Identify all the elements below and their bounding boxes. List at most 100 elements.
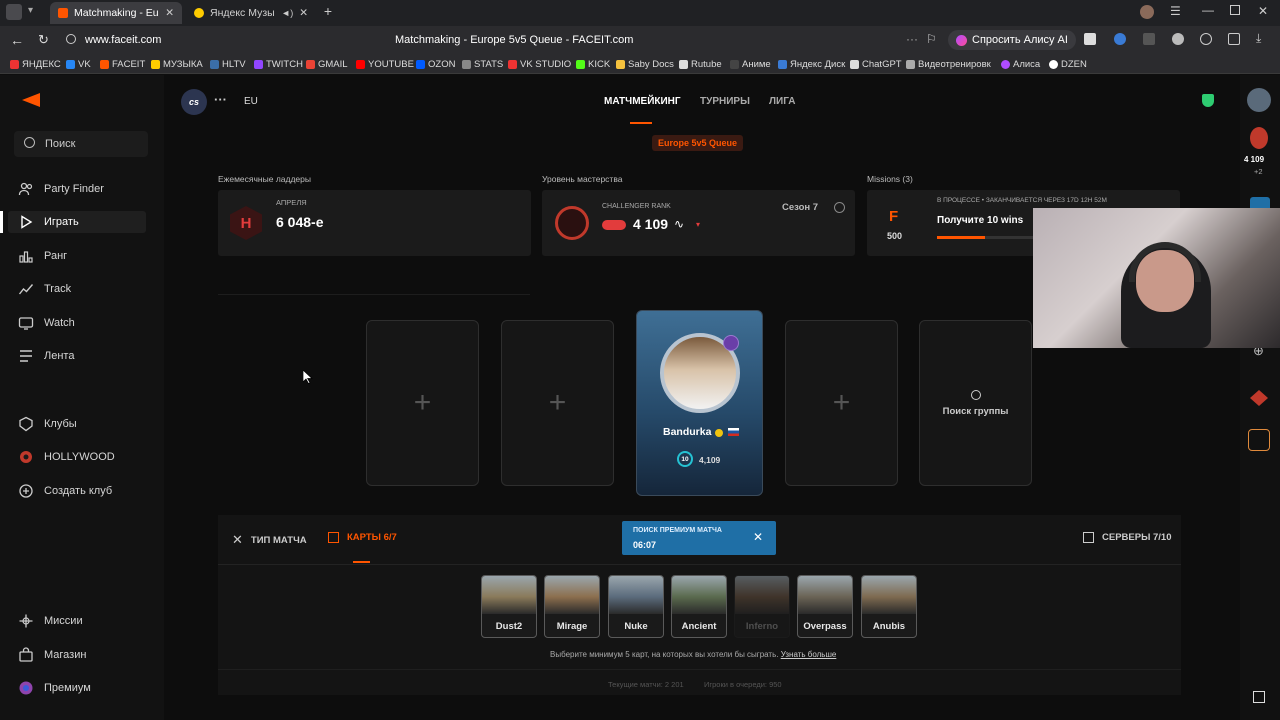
- extension-puzzle-icon[interactable]: [1143, 33, 1155, 45]
- bookmark-faceit[interactable]: FACEIT: [100, 57, 145, 71]
- bookmark-yandex[interactable]: ЯНДЕКС: [10, 57, 61, 71]
- bookmark-hltv[interactable]: HLTV: [210, 57, 246, 71]
- extension-blue-icon[interactable]: [1114, 33, 1126, 45]
- map-tile-anubis[interactable]: Anubis: [861, 575, 917, 638]
- bookmark-anime[interactable]: Аниме: [730, 57, 771, 71]
- bookmark-saby[interactable]: Saby Docs: [616, 57, 674, 71]
- downloads-icon[interactable]: ⤓: [1256, 31, 1261, 46]
- tab-yandex-music[interactable]: Яндекс Музыка — с ◄) ✕: [186, 2, 316, 24]
- cancel-search-icon[interactable]: ✕: [753, 530, 763, 544]
- site-info-icon[interactable]: [66, 34, 76, 44]
- tab-list-chevron-icon[interactable]: ▾: [28, 5, 33, 16]
- webcam-overlay: [1033, 208, 1280, 348]
- bookmark-stats[interactable]: STATS: [462, 57, 503, 71]
- browser-window-menu-icon[interactable]: [6, 4, 22, 20]
- user-avatar[interactable]: [1247, 88, 1271, 112]
- sidebar-item-clubs[interactable]: Клубы: [18, 413, 77, 435]
- queue-players: Игроки в очереди: 950: [704, 680, 782, 689]
- bookmark-dzen[interactable]: DZEN: [1049, 57, 1087, 71]
- map-tile-overpass[interactable]: Overpass: [797, 575, 853, 638]
- find-group-slot[interactable]: Поиск группы: [919, 320, 1032, 486]
- sidebar-item-party-finder[interactable]: Party Finder: [18, 178, 104, 200]
- restore-icon[interactable]: [1230, 5, 1240, 15]
- mastery-card[interactable]: CHALLENGER RANK 4 109 ∿ ▾ Сезон 7: [542, 190, 855, 256]
- more-icon[interactable]: ···: [906, 32, 918, 46]
- player-card[interactable]: Bandurka 10 4,109: [636, 310, 763, 496]
- sidebar: Поиск Party Finder Играть Ранг Track Wat…: [0, 75, 164, 720]
- minimize-icon[interactable]: —: [1202, 3, 1214, 17]
- faceit-app: Поиск Party Finder Играть Ранг Track Wat…: [0, 75, 1280, 720]
- bookmark-icon[interactable]: ⚐: [926, 32, 937, 46]
- extension-cat-icon[interactable]: [1084, 33, 1096, 45]
- servers-tab[interactable]: СЕРВЕРЫ 7/10: [1083, 532, 1172, 543]
- party-slot-empty[interactable]: +: [501, 320, 614, 486]
- maps-tab[interactable]: КАРТЫ 6/7: [328, 532, 397, 543]
- extension-vpn-icon[interactable]: [1172, 33, 1184, 45]
- bookmark-video[interactable]: Видеотренировк: [906, 57, 991, 71]
- verified-icon: [715, 429, 723, 437]
- map-tile-mirage[interactable]: Mirage: [544, 575, 600, 638]
- alice-icon: [956, 34, 967, 46]
- close-window-icon[interactable]: ✕: [1258, 4, 1268, 18]
- bookmark-rutube[interactable]: Rutube: [679, 57, 722, 71]
- bookmark-yandex-disk[interactable]: Яндекс Диск: [778, 57, 845, 71]
- map-tile-ancient[interactable]: Ancient: [671, 575, 727, 638]
- bookmark-gmail[interactable]: GMAIL: [306, 57, 348, 71]
- tab-faceit[interactable]: Matchmaking - Europe ✕: [50, 2, 182, 24]
- media-play-icon[interactable]: [1200, 33, 1212, 45]
- back-icon[interactable]: ←: [10, 32, 24, 48]
- tab-league[interactable]: ЛИГА: [769, 96, 795, 107]
- sidebar-item-create-club[interactable]: Создать клуб: [18, 480, 112, 502]
- club-logo-icon[interactable]: [1250, 390, 1268, 406]
- party-slot-empty[interactable]: +: [785, 320, 898, 486]
- sidebar-item-missions[interactable]: Миссии: [18, 610, 83, 632]
- game-badge[interactable]: cs: [181, 89, 207, 115]
- party-slot-empty[interactable]: +: [366, 320, 479, 486]
- match-type-tab[interactable]: ✕ ТИП МАТЧА: [232, 532, 307, 548]
- more-options-icon[interactable]: ···: [214, 92, 227, 107]
- chat-widget-icon[interactable]: [1248, 429, 1270, 451]
- shield-icon[interactable]: [1202, 94, 1214, 107]
- extensions-icon[interactable]: [1228, 33, 1240, 45]
- bookmark-vk-studio[interactable]: VK STUDIO: [508, 57, 571, 71]
- bookmark-twitch[interactable]: TWITCH: [254, 57, 303, 71]
- bookmark-vk[interactable]: VK: [66, 57, 91, 71]
- sidebar-item-premium[interactable]: Премиум: [18, 677, 91, 699]
- bookmark-music[interactable]: МУЗЫКА: [151, 57, 203, 71]
- server-icon: [1083, 532, 1094, 543]
- learn-more-link[interactable]: Узнать больше: [781, 650, 837, 659]
- notifications-icon[interactable]: [1253, 691, 1265, 703]
- sidebar-item-store[interactable]: Магазин: [18, 644, 86, 666]
- ladder-card[interactable]: H Апреля 6 048-е: [218, 190, 531, 256]
- search-box[interactable]: Поиск: [14, 131, 148, 157]
- tab-tournaments[interactable]: ТУРНИРЫ: [700, 96, 750, 107]
- menu-icon[interactable]: ☰: [1170, 4, 1181, 18]
- bookmark-alice[interactable]: Алиса: [1001, 57, 1040, 71]
- profile-avatar-icon[interactable]: [1140, 5, 1154, 19]
- reload-icon[interactable]: ↻: [38, 32, 49, 48]
- faceit-logo-icon[interactable]: [22, 93, 40, 107]
- alice-button[interactable]: Спросить Алису AI: [948, 30, 1076, 50]
- bookmark-kick[interactable]: KICK: [576, 57, 610, 71]
- sidebar-item-watch[interactable]: Watch: [18, 312, 75, 334]
- sidebar-item-rank[interactable]: Ранг: [18, 245, 67, 267]
- tab-close-icon[interactable]: ✕: [165, 7, 174, 19]
- bookmark-chatgpt[interactable]: ChatGPT: [850, 57, 902, 71]
- tab-title: Matchmaking - Europe: [74, 7, 159, 19]
- url-text[interactable]: www.faceit.com: [85, 34, 161, 46]
- sidebar-item-hollywood[interactable]: HOLLYWOOD: [18, 446, 115, 468]
- sidebar-item-track[interactable]: Track: [18, 278, 71, 300]
- tab-close-icon[interactable]: ✕: [299, 7, 308, 19]
- speaker-icon[interactable]: ◄): [281, 8, 293, 18]
- map-tile-inferno[interactable]: Inferno: [734, 575, 790, 638]
- sidebar-item-feed[interactable]: Лента: [18, 345, 74, 367]
- bookmark-ozon[interactable]: OZON: [416, 57, 455, 71]
- info-icon[interactable]: [834, 202, 845, 213]
- new-tab-button[interactable]: +: [320, 4, 336, 20]
- tab-matchmaking[interactable]: МАТЧМЕЙКИНГ: [604, 96, 681, 107]
- sidebar-item-play[interactable]: Играть: [18, 211, 79, 233]
- map-tile-dust2[interactable]: Dust2: [481, 575, 537, 638]
- map-tile-nuke[interactable]: Nuke: [608, 575, 664, 638]
- video-icon: [906, 59, 915, 69]
- bookmark-youtube[interactable]: YOUTUBE: [356, 57, 414, 71]
